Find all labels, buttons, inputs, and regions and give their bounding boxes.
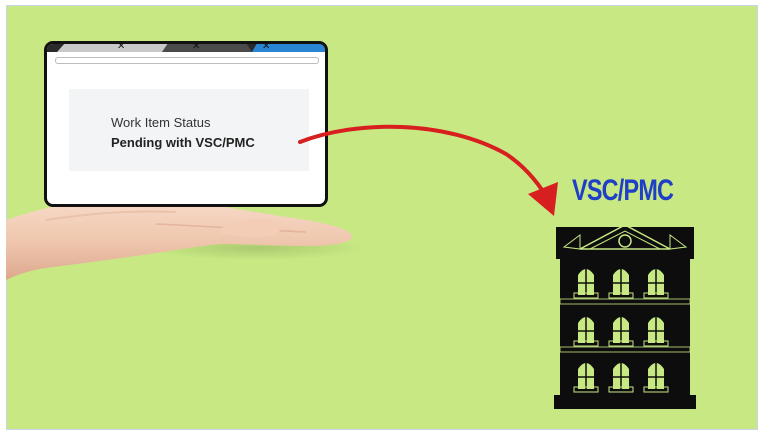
destination-label: VSC/PMC (572, 174, 674, 207)
building-icon (554, 224, 696, 409)
address-bar[interactable] (55, 57, 319, 64)
browser-window: ✕ ✕ ✕ Work Item Status Pending with VSC/… (44, 41, 328, 207)
browser-tab-2[interactable] (162, 44, 252, 52)
curved-arrow-icon (298, 124, 558, 216)
close-icon[interactable]: ✕ (262, 44, 270, 53)
close-icon[interactable]: ✕ (192, 44, 200, 53)
status-card: Work Item Status Pending with VSC/PMC (69, 89, 309, 171)
status-value: Pending with VSC/PMC (111, 135, 255, 150)
tab-bar: ✕ ✕ ✕ (47, 44, 325, 52)
close-icon[interactable]: ✕ (117, 44, 125, 53)
illustration-canvas: ✕ ✕ ✕ Work Item Status Pending with VSC/… (0, 0, 764, 436)
status-label: Work Item Status (111, 115, 211, 130)
